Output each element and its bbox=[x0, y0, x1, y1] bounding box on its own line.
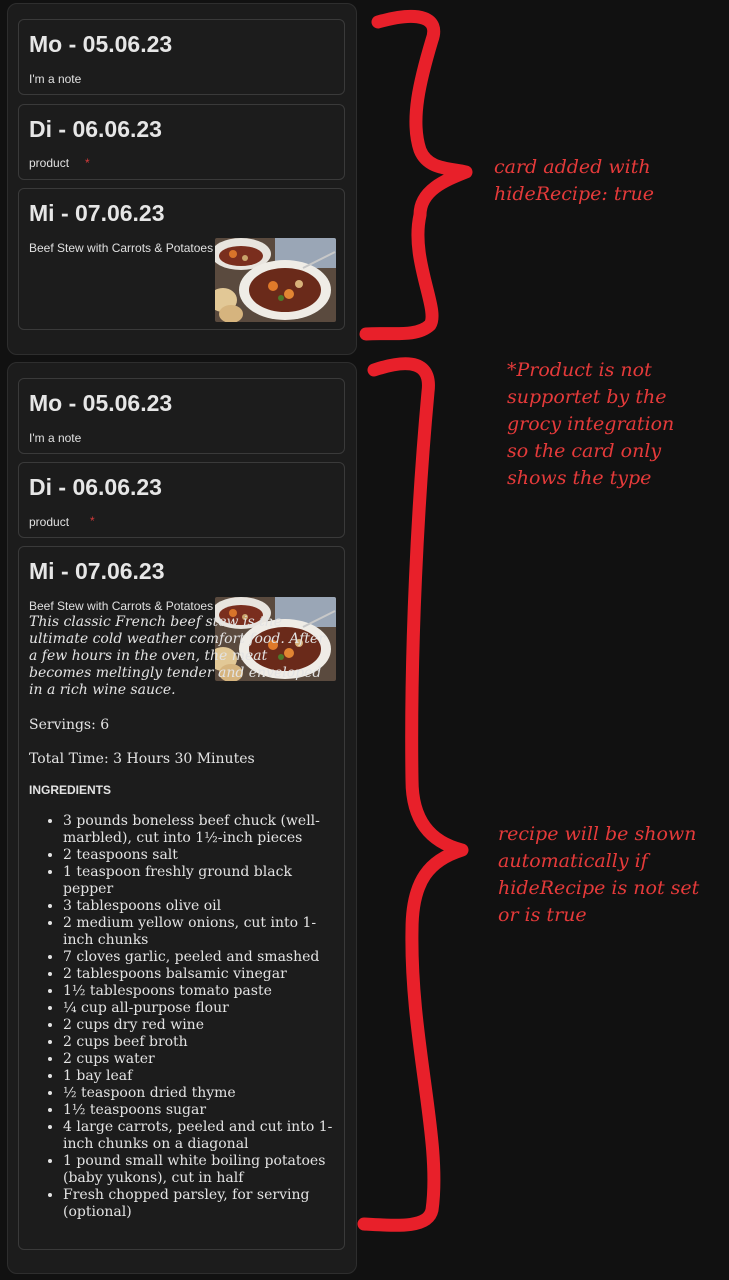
annotation-line: *Product is not bbox=[507, 359, 652, 381]
annotation-line: hideRecipe is not set bbox=[498, 877, 700, 899]
annotation-line: so the card only bbox=[507, 440, 662, 462]
annotation-product-unsupported: *Product is not supportet by the grocy i… bbox=[507, 357, 674, 492]
top-brace bbox=[359, 9, 473, 341]
annotation-line: automatically if bbox=[498, 850, 648, 872]
annotation-line: card added with bbox=[494, 156, 651, 178]
annotation-line: supportet by the bbox=[507, 386, 667, 408]
annotation-recipe-shown: recipe will be shown automatically if hi… bbox=[498, 821, 699, 929]
annotation-line: or is true bbox=[498, 904, 587, 926]
bottom-brace bbox=[357, 357, 469, 1232]
annotation-line: grocy integration bbox=[507, 413, 675, 435]
annotation-line: shows the type bbox=[507, 467, 652, 489]
annotation-hiderecipe-true: card added with hideRecipe: true bbox=[494, 154, 654, 208]
annotation-line: recipe will be shown bbox=[498, 823, 697, 845]
annotation-line: hideRecipe: true bbox=[494, 183, 655, 205]
